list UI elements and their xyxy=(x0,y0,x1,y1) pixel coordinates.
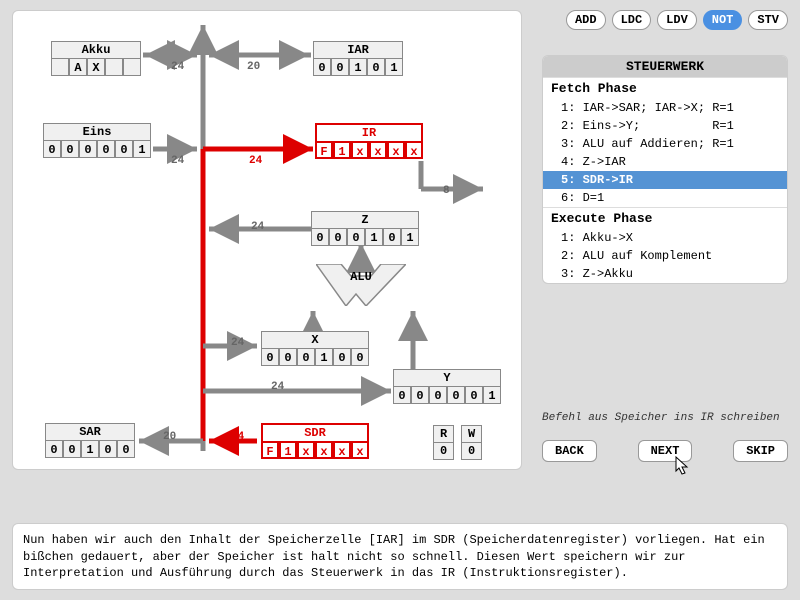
register-sar: SAR00100 xyxy=(45,423,135,458)
microstep-line: 2: Eins->Y; R=1 xyxy=(543,117,787,135)
instruction-add-button[interactable]: ADD xyxy=(566,10,606,30)
instruction-ldc-button[interactable]: LDC xyxy=(612,10,652,30)
back-button[interactable]: BACK xyxy=(542,440,597,462)
register-z: Z000101 xyxy=(311,211,419,246)
instruction-toolbar: ADD LDCLDV NOTSTV xyxy=(566,10,788,30)
microstep-line: 1: IAR->SAR; IAR->X; R=1 xyxy=(543,99,787,117)
bus-width-label: 24 xyxy=(171,155,184,167)
microstep-line: 6: D=1 xyxy=(543,189,787,207)
register-cells: 000100 xyxy=(261,348,369,366)
register-cells: F1xxxx xyxy=(261,441,369,459)
status-text: Befehl aus Speicher ins IR schreiben xyxy=(542,412,788,424)
microstep-line: 1: Akku->X xyxy=(543,229,787,247)
microstep-line: 5: SDR->IR xyxy=(543,171,787,189)
register-title: SAR xyxy=(45,423,135,440)
register-cells: 00101 xyxy=(313,58,403,76)
register-title: Akku xyxy=(51,41,141,58)
instruction-ldv-button[interactable]: LDV xyxy=(657,10,697,30)
control-unit-panel: STEUERWERK Fetch Phase 1: IAR->SAR; IAR-… xyxy=(542,55,788,284)
flag-w-value: 0 xyxy=(461,443,482,460)
instruction-stv-button[interactable]: STV xyxy=(748,10,788,30)
flag-r: R 0 xyxy=(433,425,454,460)
register-cells: 000001 xyxy=(393,386,501,404)
bus-width-label: 24 xyxy=(251,221,264,233)
execute-phase-title: Execute Phase xyxy=(543,207,787,229)
control-unit-title: STEUERWERK xyxy=(543,56,787,77)
register-title: IAR xyxy=(313,41,403,58)
description-panel: Nun haben wir auch den Inhalt der Speich… xyxy=(12,523,788,590)
register-title: Eins xyxy=(43,123,151,140)
fetch-phase-title: Fetch Phase xyxy=(543,77,787,99)
microstep-line: 2: ALU auf Komplement xyxy=(543,247,787,265)
microstep-line: 3: Z->Akku xyxy=(543,265,787,283)
flag-r-label: R xyxy=(433,425,454,443)
register-title: IR xyxy=(315,123,423,141)
alu-label: ALU xyxy=(316,270,406,284)
register-y: Y000001 xyxy=(393,369,501,404)
nav-controls: BACK NEXT SKIP xyxy=(542,440,788,462)
register-x: X000100 xyxy=(261,331,369,366)
bus-width-label: 24 xyxy=(271,381,284,393)
flag-w: W 0 xyxy=(461,425,482,460)
register-cells: 000101 xyxy=(311,228,419,246)
register-title: Y xyxy=(393,369,501,386)
bus-width-label: 8 xyxy=(443,185,450,197)
register-eins: Eins000001 xyxy=(43,123,151,158)
flag-w-label: W xyxy=(461,425,482,443)
register-title: SDR xyxy=(261,423,369,441)
register-akku: Akku AX xyxy=(51,41,141,76)
register-cells: AX xyxy=(51,58,141,76)
next-button[interactable]: NEXT xyxy=(638,440,693,462)
bus-width-label: 24 xyxy=(231,431,244,443)
bus-width-label: 24 xyxy=(231,337,244,349)
instruction-not-button[interactable]: NOT xyxy=(703,10,743,30)
register-cells: 000001 xyxy=(43,140,151,158)
microstep-line: 3: ALU auf Addieren; R=1 xyxy=(543,135,787,153)
bus-width-label: 20 xyxy=(163,431,176,443)
register-cells: F1xxxx xyxy=(315,141,423,159)
diagram-canvas: Akku AX IAR00101 Eins000001 IRF1xxxx Z00… xyxy=(12,10,522,470)
skip-button[interactable]: SKIP xyxy=(733,440,788,462)
register-title: Z xyxy=(311,211,419,228)
register-ir: IRF1xxxx xyxy=(315,123,423,159)
microstep-line: 4: Z->IAR xyxy=(543,153,787,171)
register-iar: IAR00101 xyxy=(313,41,403,76)
bus-width-label: 24 xyxy=(249,155,262,167)
bus-width-label: 20 xyxy=(247,61,260,73)
alu: ALU xyxy=(316,264,406,306)
register-title: X xyxy=(261,331,369,348)
bus-width-label: 24 xyxy=(171,61,184,73)
register-cells: 00100 xyxy=(45,440,135,458)
register-sdr: SDRF1xxxx xyxy=(261,423,369,459)
flag-r-value: 0 xyxy=(433,443,454,460)
